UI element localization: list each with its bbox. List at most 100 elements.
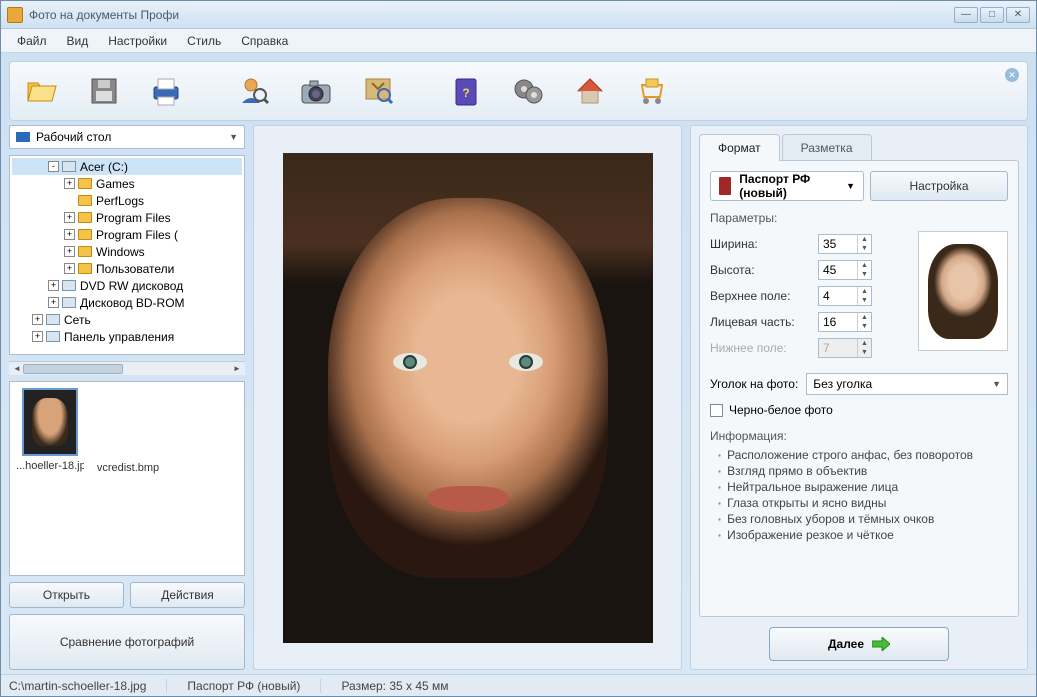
menu-style[interactable]: Стиль	[179, 31, 229, 51]
tree-label: DVD RW дисковод	[80, 279, 183, 293]
tree-node[interactable]: +Панель управления	[12, 328, 242, 345]
minimize-button[interactable]: —	[954, 7, 978, 23]
tree-label: Program Files	[96, 211, 171, 225]
chevron-down-icon: ▼	[992, 374, 1001, 394]
tree-expander[interactable]: +	[32, 314, 43, 325]
net-icon	[46, 314, 60, 325]
tree-expander[interactable]: +	[64, 263, 75, 274]
drive-icon	[62, 297, 76, 308]
status-size: Размер: 35 x 45 мм	[341, 679, 448, 693]
bw-checkbox[interactable]	[710, 404, 723, 417]
tree-label: Program Files (	[96, 228, 178, 242]
tree-node[interactable]: + Program Files	[12, 209, 242, 226]
home-icon[interactable]	[568, 69, 612, 113]
open-button[interactable]: Открыть	[9, 582, 124, 608]
toolbar-hide-icon[interactable]: ✕	[1005, 68, 1019, 82]
tab-layout[interactable]: Разметка	[782, 134, 872, 161]
video-icon[interactable]	[506, 69, 550, 113]
bw-label: Черно-белое фото	[729, 403, 833, 417]
next-button[interactable]: Далее	[769, 627, 949, 661]
tree-expander[interactable]: +	[48, 280, 59, 291]
tree-node[interactable]: + Пользователи	[12, 260, 242, 277]
help-icon[interactable]: ?	[444, 69, 488, 113]
titlebar: Фото на документы Профи — □ ✕	[1, 1, 1036, 29]
user-search-icon[interactable]	[232, 69, 276, 113]
param-spinner[interactable]: 45▲▼	[818, 260, 872, 280]
corner-combo[interactable]: Без уголка ▼	[806, 373, 1008, 395]
format-name: Паспорт РФ (новый)	[739, 172, 846, 200]
folder-icon	[78, 246, 92, 257]
menu-view[interactable]: Вид	[59, 31, 97, 51]
info-item: Без головных уборов и тёмных очков	[718, 511, 1008, 527]
tree-node[interactable]: -Acer (C:)	[12, 158, 242, 175]
tree-node[interactable]: +Дисковод BD-ROM	[12, 294, 242, 311]
param-spinner[interactable]: 4▲▼	[818, 286, 872, 306]
window-title: Фото на документы Профи	[29, 8, 954, 22]
thumbnail-icon	[32, 398, 68, 446]
tree-expander[interactable]: +	[32, 331, 43, 342]
clothes-icon[interactable]	[356, 69, 400, 113]
format-combo[interactable]: Паспорт РФ (новый) ▼	[710, 171, 864, 201]
save-icon[interactable]	[82, 69, 126, 113]
param-label: Ширина:	[710, 237, 810, 251]
tree-node[interactable]: +Games	[12, 175, 242, 192]
menu-file[interactable]: Файл	[9, 31, 55, 51]
drive-icon	[62, 280, 76, 291]
maximize-button[interactable]: □	[980, 7, 1004, 23]
cart-icon[interactable]	[630, 69, 674, 113]
folder-icon	[78, 195, 92, 206]
info-item: Глаза открыты и ясно видны	[718, 495, 1008, 511]
passport-icon	[719, 177, 731, 195]
desktop-icon	[16, 132, 30, 142]
photo-viewer	[253, 125, 682, 670]
tree-node[interactable]: + Windows	[12, 243, 242, 260]
info-title: Информация:	[710, 429, 1008, 443]
tree-node[interactable]: PerfLogs	[12, 192, 242, 209]
tree-expander[interactable]: +	[64, 212, 75, 223]
app-window: Фото на документы Профи — □ ✕ Файл Вид Н…	[0, 0, 1037, 697]
tab-format[interactable]: Формат	[699, 134, 780, 161]
folder-tree[interactable]: -Acer (C:)+Games PerfLogs + Program Files + P…	[9, 155, 245, 355]
compare-button[interactable]: Сравнение фотографий	[9, 614, 245, 670]
print-icon[interactable]	[144, 69, 188, 113]
info-item: Взгляд прямо в объектив	[718, 463, 1008, 479]
tree-label: PerfLogs	[96, 194, 144, 208]
main-photo[interactable]	[283, 153, 653, 643]
tree-expander[interactable]: +	[64, 178, 75, 189]
param-label: Лицевая часть:	[710, 315, 810, 329]
tree-label: Windows	[96, 245, 145, 259]
tree-node[interactable]: + Program Files (	[12, 226, 242, 243]
thumb-item[interactable]: vcredist.bmp	[94, 388, 162, 474]
tree-expander[interactable]: +	[64, 229, 75, 240]
location-label: Рабочий стол	[36, 130, 111, 144]
actions-button[interactable]: Действия	[130, 582, 245, 608]
menu-settings[interactable]: Настройки	[100, 31, 175, 51]
close-button[interactable]: ✕	[1006, 7, 1030, 23]
left-panel: Рабочий стол ▼ -Acer (C:)+GamesPerfLogs+…	[9, 125, 245, 670]
tree-node[interactable]: +Сеть	[12, 311, 242, 328]
location-combo[interactable]: Рабочий стол ▼	[9, 125, 245, 149]
param-label: Верхнее поле:	[710, 289, 810, 303]
folder-icon	[78, 263, 92, 274]
tree-hscroll[interactable]: ◄ ►	[9, 361, 245, 375]
tree-expander[interactable]: +	[64, 246, 75, 257]
info-list: Расположение строго анфас, без поворотов…	[710, 447, 1008, 543]
arrow-right-icon	[872, 637, 890, 651]
tree-label: Пользователи	[96, 262, 174, 276]
sample-photo	[918, 231, 1008, 351]
thumb-item[interactable]: ...hoeller-18.jpg	[16, 388, 84, 472]
param-spinner[interactable]: 35▲▼	[818, 234, 872, 254]
file-preview: ...hoeller-18.jpg vcredist.bmp	[9, 381, 245, 576]
param-spinner[interactable]: 16▲▼	[818, 312, 872, 332]
folder-icon	[78, 212, 92, 223]
tree-expander[interactable]: -	[48, 161, 59, 172]
tree-node[interactable]: + DVD RW дисковод	[12, 277, 242, 294]
tree-expander[interactable]: +	[48, 297, 59, 308]
folder-icon	[78, 229, 92, 240]
format-settings-button[interactable]: Настройка	[870, 171, 1008, 201]
camera-icon[interactable]	[294, 69, 338, 113]
folder-open-icon[interactable]	[20, 69, 64, 113]
menu-help[interactable]: Справка	[233, 31, 296, 51]
tree-expander[interactable]	[64, 195, 75, 206]
chevron-down-icon: ▼	[846, 181, 855, 191]
